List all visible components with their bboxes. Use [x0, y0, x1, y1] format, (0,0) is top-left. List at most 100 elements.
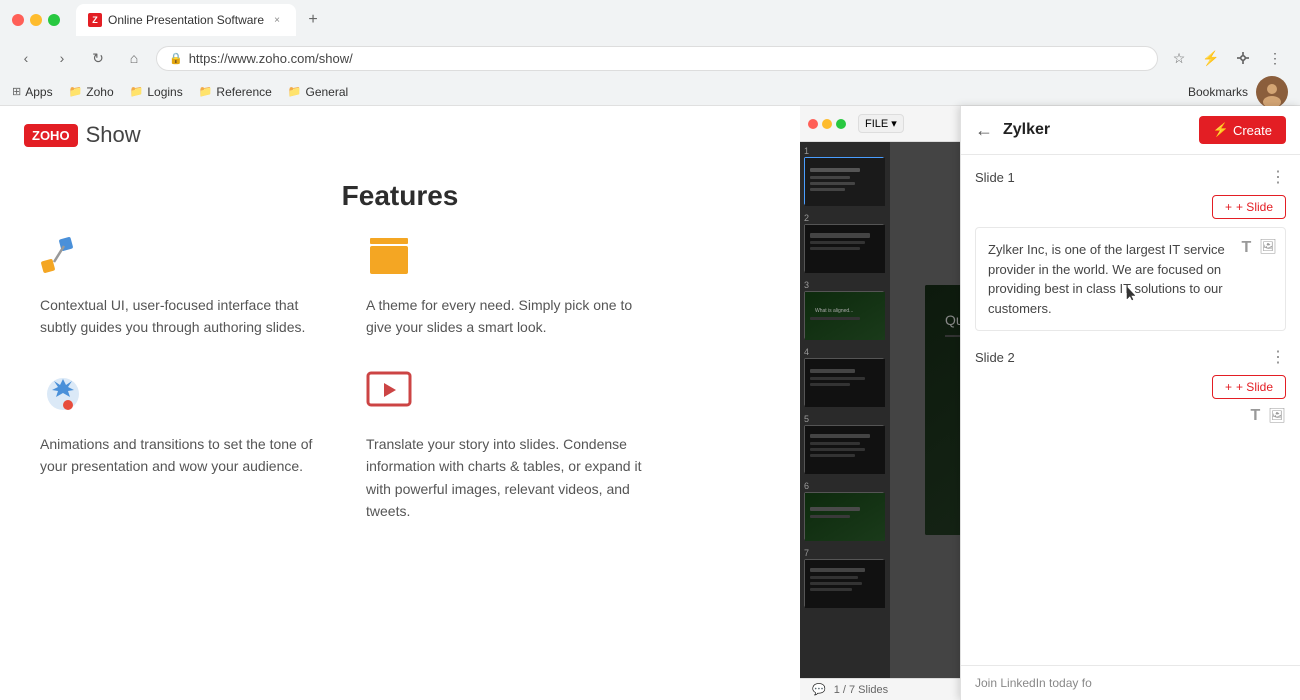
tab-bar: Z Online Presentation Software × + [76, 4, 1288, 36]
bookmark-general[interactable]: 📁 General [288, 85, 348, 99]
plus-icon: + [1225, 200, 1232, 214]
zylker-slide-1-section: Slide 1 ⋮ + + Slide T 🖼 Zylker Inc, is [975, 167, 1286, 331]
zylker-create-button[interactable]: ⚡ Create [1199, 116, 1286, 144]
bookmark-logins-label: Logins [147, 85, 182, 99]
slide-1-content: T 🖼 Zylker Inc, is one of the largest IT… [975, 227, 1286, 331]
bookmark-star-button[interactable]: ☆ [1166, 45, 1192, 71]
pres-slide-list[interactable]: 1 2 [800, 142, 890, 678]
slide-1-header: Slide 1 ⋮ [975, 167, 1286, 187]
zoho-logo-img: ZOHO [24, 124, 78, 147]
slide-num-3: 3 [804, 280, 886, 290]
plus-icon-2: + [1225, 380, 1232, 394]
zylker-title: Zylker [1003, 121, 1189, 139]
slide-1-add-label: + Slide [1236, 200, 1273, 214]
bookmark-reference-label: Reference [216, 85, 271, 99]
slide-thumb-2[interactable]: 2 [800, 209, 890, 276]
zylker-footer: Join LinkedIn today fo [961, 665, 1300, 700]
slide-2-image-icon[interactable]: 🖼 [1268, 407, 1286, 425]
maximize-window-button[interactable] [48, 14, 60, 26]
slide-preview-4[interactable] [804, 358, 884, 406]
address-bar: ‹ › ↻ ⌂ 🔒 https://www.zoho.com/show/ ☆ ⚡… [0, 40, 1300, 78]
slide-thumb-6[interactable]: 6 [800, 477, 890, 544]
bookmark-apps[interactable]: ⊞ Apps [12, 85, 53, 99]
feature-desc-ui: Contextual UI, user-focused interface th… [40, 294, 334, 339]
title-bar: Z Online Presentation Software × + [0, 0, 1300, 40]
slide-thumb-5[interactable]: 5 [800, 410, 890, 477]
slide-num-5: 5 [804, 414, 886, 424]
pres-minimize-button[interactable] [822, 119, 832, 129]
slide-preview-2[interactable] [804, 224, 884, 272]
tab-title: Online Presentation Software [108, 13, 264, 27]
lightning-button[interactable]: ⚡ [1198, 45, 1224, 71]
slide-2-text-icon[interactable]: T [1250, 407, 1260, 425]
bookmarks-right: Bookmarks [1188, 76, 1288, 108]
menu-button[interactable]: ⋮ [1262, 45, 1288, 71]
zylker-panel: ← Zylker ⚡ Create Slide 1 ⋮ + + Slide [960, 106, 1300, 700]
zoho-logo: ZOHO Show [24, 122, 141, 148]
minimize-window-button[interactable] [30, 14, 42, 26]
feature-item-theme: A theme for every need. Simply pick one … [366, 232, 660, 339]
tab-close-button[interactable]: × [270, 13, 284, 27]
bookmark-logins[interactable]: 📁 Logins [130, 85, 183, 99]
active-tab[interactable]: Z Online Presentation Software × [76, 4, 296, 36]
zylker-footer-text: Join LinkedIn today fo [975, 676, 1092, 690]
folder-icon: 📁 [69, 85, 83, 98]
cursor-icon [1125, 285, 1137, 301]
text-format-icon[interactable]: T [1241, 236, 1251, 260]
pres-close-button[interactable] [808, 119, 818, 129]
create-label: Create [1233, 123, 1272, 138]
slide-num-4: 4 [804, 347, 886, 357]
pres-page-info: 1 / 7 Slides [834, 684, 888, 696]
zylker-back-button[interactable]: ← [975, 120, 993, 141]
zoho-header: ZOHO Show [0, 106, 800, 164]
feature-desc-story: Translate your story into slides. Conden… [366, 433, 660, 523]
image-insert-icon[interactable]: 🖼 [1259, 236, 1277, 260]
pres-file-menu[interactable]: FILE ▾ [858, 114, 904, 133]
feature-item-animation: Animations and transitions to set the to… [40, 371, 334, 523]
main-content: ZOHO Show Features Contextual UI, user-f… [0, 106, 1300, 700]
slide-1-menu-button[interactable]: ⋮ [1270, 167, 1286, 187]
new-tab-button[interactable]: + [300, 7, 326, 33]
slide-thumb-4[interactable]: 4 [800, 343, 890, 410]
contextual-ui-icon [40, 232, 90, 282]
slide-num-2: 2 [804, 213, 886, 223]
forward-button[interactable]: › [48, 44, 76, 72]
slide-2-menu-button[interactable]: ⋮ [1270, 347, 1286, 367]
user-avatar[interactable] [1256, 76, 1288, 108]
pres-traffic-lights [808, 119, 846, 129]
slide-num-6: 6 [804, 481, 886, 491]
extension-button[interactable] [1230, 45, 1256, 71]
reload-button[interactable]: ↻ [84, 44, 112, 72]
pres-comment-icon[interactable]: 💬 [812, 683, 826, 696]
slide-2-add-button[interactable]: + + Slide [1212, 375, 1286, 399]
bookmarks-label: Bookmarks [1188, 85, 1248, 99]
feature-desc-theme: A theme for every need. Simply pick one … [366, 294, 660, 339]
url-bar[interactable]: 🔒 https://www.zoho.com/show/ [156, 46, 1158, 71]
browser-chrome: Z Online Presentation Software × + ‹ › ↻… [0, 0, 1300, 106]
zylker-slide-2-section: Slide 2 ⋮ + + Slide T 🖼 [975, 347, 1286, 425]
zoho-show-text: Show [86, 122, 141, 148]
tab-favicon: Z [88, 13, 102, 27]
bookmark-zoho[interactable]: 📁 Zoho [69, 85, 114, 99]
slide-1-title: Slide 1 [975, 170, 1015, 185]
slide-preview-6[interactable] [804, 492, 884, 540]
zylker-body[interactable]: Slide 1 ⋮ + + Slide T 🖼 Zylker Inc, is [961, 155, 1300, 665]
slide-thumb-3[interactable]: 3 What is aligned... [800, 276, 890, 343]
slide-1-add-button[interactable]: + + Slide [1212, 195, 1286, 219]
bookmark-reference[interactable]: 📁 Reference [199, 85, 272, 99]
svg-text:What is aligned...: What is aligned... [815, 308, 853, 314]
slide-preview-5[interactable] [804, 425, 884, 473]
back-button[interactable]: ‹ [12, 44, 40, 72]
zoho-page: ZOHO Show Features Contextual UI, user-f… [0, 106, 800, 700]
close-window-button[interactable] [12, 14, 24, 26]
security-icon: 🔒 [169, 52, 183, 65]
home-button[interactable]: ⌂ [120, 44, 148, 72]
slide-preview-1[interactable] [804, 157, 884, 205]
slide-preview-7[interactable] [804, 559, 884, 607]
slide-2-title: Slide 2 [975, 350, 1015, 365]
slide-thumb-1[interactable]: 1 [800, 142, 890, 209]
slide-thumb-7[interactable]: 7 [800, 544, 890, 611]
folder-icon: 📁 [199, 85, 213, 98]
pres-maximize-button[interactable] [836, 119, 846, 129]
slide-preview-3[interactable]: What is aligned... [804, 291, 884, 339]
